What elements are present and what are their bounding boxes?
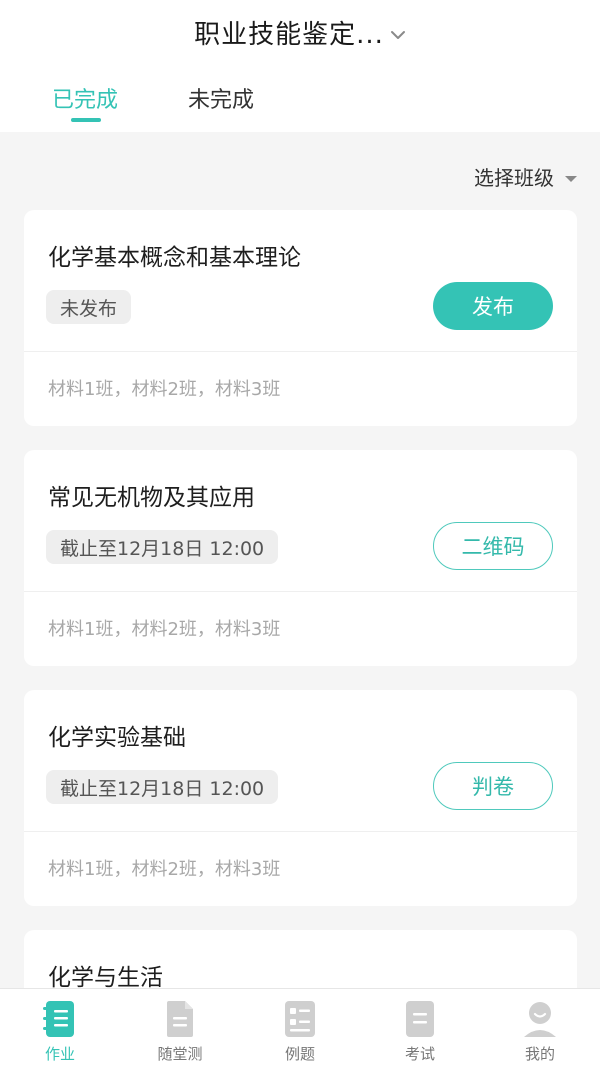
document-icon — [165, 999, 195, 1039]
tab-completed[interactable]: 已完成 — [52, 82, 118, 114]
exam-icon — [405, 999, 435, 1039]
deadline-badge: 截止至12月18日 12:00 — [46, 770, 279, 804]
status-badge: 未发布 — [46, 290, 132, 324]
active-tab-indicator — [71, 118, 101, 122]
publish-button[interactable]: 发布 — [433, 282, 553, 330]
tab-homework-label: 作业 — [44, 1045, 75, 1063]
page-title: 职业技能鉴定... — [194, 19, 384, 50]
profile-icon — [522, 999, 558, 1039]
tab-incomplete[interactable]: 未完成 — [188, 82, 254, 114]
tab-examples-label: 例题 — [284, 1045, 315, 1063]
class-filter-label: 选择班级 — [474, 165, 554, 190]
assignment-title: 常见无机物及其应用 — [48, 485, 255, 511]
qr-code-button[interactable]: 二维码 — [433, 522, 553, 570]
assignment-card[interactable]: 化学实验基础 截止至12月18日 12:00 判卷 材料1班，材料2班，材料3班 — [24, 690, 577, 906]
deadline-badge: 截止至12月18日 12:00 — [46, 530, 279, 564]
assignment-title: 化学实验基础 — [48, 725, 186, 751]
title-selector[interactable]: 职业技能鉴定... — [0, 8, 600, 56]
tab-homework[interactable]: 作业 — [0, 989, 120, 1067]
assignment-card[interactable]: 常见无机物及其应用 截止至12月18日 12:00 二维码 材料1班，材料2班，… — [24, 450, 577, 666]
tab-profile-label: 我的 — [524, 1045, 555, 1063]
top-header: 职业技能鉴定... 已完成 未完成 — [0, 0, 600, 132]
class-filter-dropdown[interactable]: 选择班级 — [474, 160, 578, 192]
tab-examples[interactable]: 例题 — [240, 989, 360, 1067]
tab-quiz-label: 随堂测 — [157, 1045, 203, 1063]
assigned-classes: 材料1班，材料2班，材料3班 — [48, 859, 281, 880]
assigned-classes: 材料1班，材料2班，材料3班 — [48, 379, 281, 400]
tab-quiz[interactable]: 随堂测 — [120, 989, 240, 1067]
card-divider — [24, 591, 577, 592]
caret-down-icon — [564, 164, 578, 188]
card-divider — [24, 351, 577, 352]
bottom-tab-bar: 作业 随堂测 例题 考试 我的 — [0, 988, 600, 1067]
checklist-icon — [284, 999, 316, 1039]
assignment-title: 化学基本概念和基本理论 — [48, 245, 301, 271]
status-tabs: 已完成 未完成 — [0, 74, 600, 132]
tab-profile[interactable]: 我的 — [480, 989, 600, 1067]
tab-exam-label: 考试 — [404, 1045, 435, 1063]
assignment-title: 化学与生活 — [48, 965, 163, 991]
assigned-classes: 材料1班，材料2班，材料3班 — [48, 619, 281, 640]
tab-exam[interactable]: 考试 — [360, 989, 480, 1067]
assignment-card[interactable]: 化学基本概念和基本理论 未发布 发布 材料1班，材料2班，材料3班 — [24, 210, 577, 426]
chevron-down-icon — [390, 25, 406, 44]
grade-button[interactable]: 判卷 — [433, 762, 553, 810]
card-divider — [24, 831, 577, 832]
homework-icon — [43, 999, 77, 1039]
